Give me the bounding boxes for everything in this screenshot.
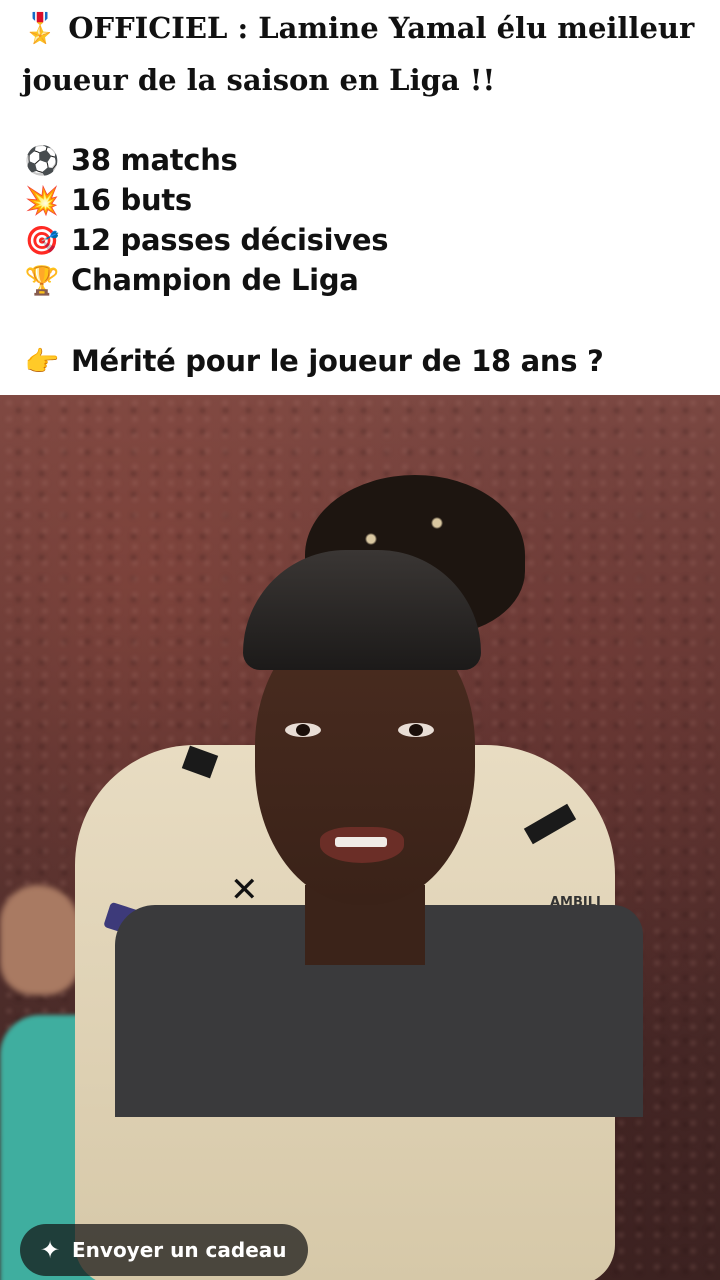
stat-assists: 🎯 12 passes décisives bbox=[22, 220, 389, 260]
soccer-ball-icon: ⚽ bbox=[24, 143, 60, 177]
presenter-cap bbox=[243, 550, 481, 670]
stat-text: 12 passes décisives bbox=[71, 223, 389, 257]
headline: 🎖️ OFFICIEL : Lamine Yamal élu meilleur … bbox=[22, 2, 702, 106]
stat-goals: 💥 16 buts bbox=[22, 180, 192, 220]
right-eye bbox=[398, 723, 434, 737]
presenter-overlay bbox=[115, 545, 645, 1125]
send-gift-label: Envoyer un cadeau bbox=[72, 1238, 287, 1262]
headline-text: OFFICIEL : Lamine Yamal élu meilleur jou… bbox=[22, 11, 695, 97]
question-text: Mérité pour le joueur de 18 ans ? bbox=[71, 344, 604, 378]
send-gift-button[interactable]: ✦ Envoyer un cadeau bbox=[20, 1224, 308, 1276]
stat-text: 38 matchs bbox=[71, 143, 238, 177]
target-icon: 🎯 bbox=[24, 223, 60, 257]
left-eye bbox=[285, 723, 321, 737]
medal-icon: 🎖️ bbox=[22, 11, 59, 45]
stat-text: Champion de Liga bbox=[71, 263, 359, 297]
question-line: 👉 Mérité pour le joueur de 18 ans ? bbox=[22, 341, 604, 381]
pointing-hand-icon: 👉 bbox=[24, 344, 60, 378]
video-frame[interactable]: ✕ AMBILI bbox=[0, 395, 720, 1280]
trophy-icon: 🏆 bbox=[24, 263, 60, 297]
stat-matches: ⚽ 38 matchs bbox=[22, 140, 238, 180]
post-caption: 🎖️ OFFICIEL : Lamine Yamal élu meilleur … bbox=[0, 0, 720, 395]
gift-icon: ✦ bbox=[39, 1236, 61, 1264]
stat-title: 🏆 Champion de Liga bbox=[22, 260, 359, 300]
stat-text: 16 buts bbox=[71, 183, 192, 217]
collision-icon: 💥 bbox=[24, 183, 60, 217]
